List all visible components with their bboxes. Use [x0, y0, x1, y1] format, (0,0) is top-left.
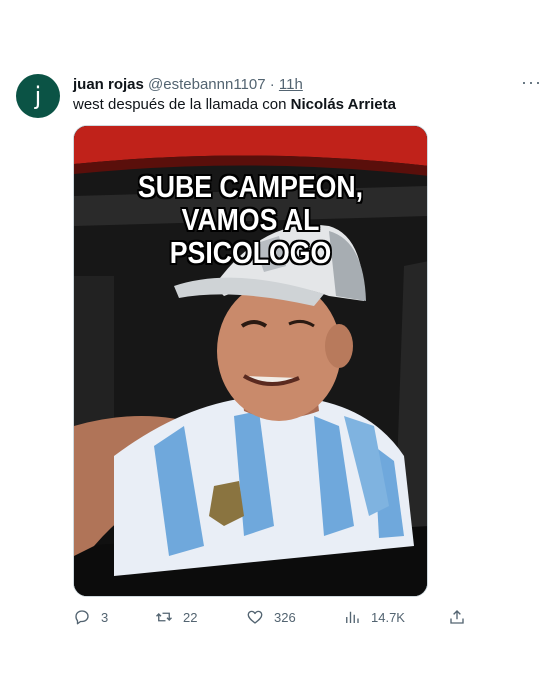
like-count: 326 — [274, 609, 296, 625]
views-button[interactable]: 14.7K — [343, 608, 405, 626]
meme-caption: SUBE CAMPEON, VAMOS AL PSICOLOGO — [99, 170, 403, 269]
timestamp[interactable]: 11h — [279, 76, 303, 93]
tweet-header: juan rojas @estebannn1107 · 11h — [73, 76, 303, 94]
tweet: j juan rojas @estebannn1107 · 11h ··· we… — [0, 0, 560, 700]
share-button[interactable] — [448, 608, 476, 626]
reply-button[interactable]: 3 — [73, 608, 108, 626]
user-handle[interactable]: @estebannn1107 — [148, 76, 266, 93]
reply-count: 3 — [101, 609, 109, 625]
avatar-letter: j — [34, 82, 42, 110]
heart-icon — [247, 610, 263, 624]
retweet-count: 22 — [183, 609, 198, 625]
tweet-media[interactable]: SUBE CAMPEON, VAMOS AL PSICOLOGO — [73, 125, 428, 597]
tweet-text: west después de la llamada con Nicolás A… — [73, 96, 396, 114]
share-icon — [450, 610, 464, 624]
tweet-text-body: west después de la llamada con — [73, 96, 291, 113]
like-button[interactable]: 326 — [246, 608, 296, 626]
retweet-icon — [156, 612, 172, 622]
reply-icon — [75, 610, 89, 625]
retweet-button[interactable]: 22 — [155, 608, 197, 626]
display-name[interactable]: juan rojas — [73, 76, 144, 93]
mention-link[interactable]: Nicolás Arrieta — [291, 96, 396, 113]
more-options-icon[interactable]: ··· — [521, 72, 542, 93]
caption-line-2: PSICOLOGO — [169, 235, 332, 270]
separator-dot: · — [269, 76, 275, 93]
views-count: 14.7K — [371, 609, 405, 625]
tweet-actions: 3 22 326 14.7K — [73, 608, 473, 632]
analytics-icon — [346, 611, 359, 623]
avatar[interactable]: j — [16, 74, 60, 118]
caption-line-1: SUBE CAMPEON, VAMOS AL — [137, 169, 364, 237]
